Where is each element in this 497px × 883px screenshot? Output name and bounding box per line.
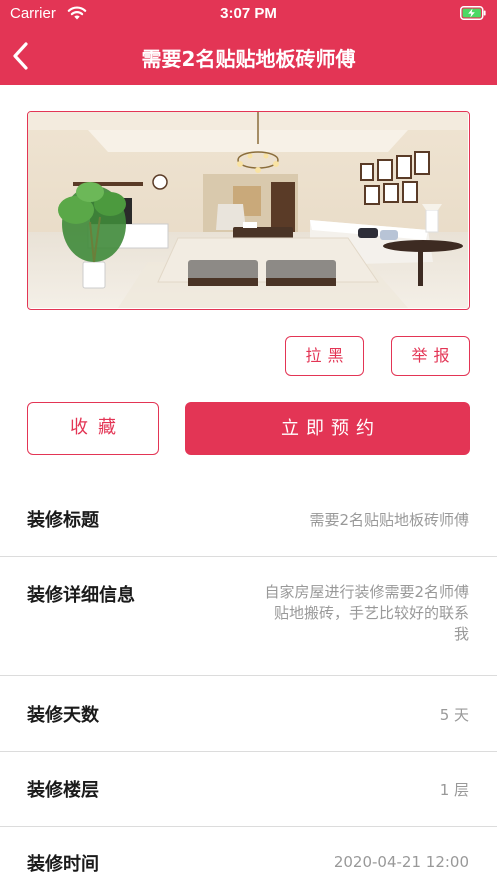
detail-row-time: 装修时间 2020-04-21 12:00 — [0, 827, 497, 883]
status-bar: Carrier 3:07 PM — [0, 0, 497, 28]
detail-value: 5 天 — [439, 706, 469, 724]
detail-label: 装修时间 — [27, 854, 99, 875]
battery-charging-icon — [460, 6, 486, 20]
detail-label: 装修详细信息 — [27, 585, 135, 606]
detail-label: 装修楼层 — [27, 780, 99, 801]
app-header: Carrier 3:07 PM 需要2名贴贴地板砖师傅 — [0, 0, 497, 85]
detail-value: 2020-04-21 12:00 — [333, 853, 469, 871]
living-room-photo — [27, 111, 470, 310]
detail-value: 1 层 — [439, 781, 469, 799]
detail-label: 装修天数 — [27, 705, 99, 726]
detail-row-days: 装修天数 5 天 — [0, 676, 497, 751]
detail-value-line: 贴地搬砖，手艺比较好的联系 — [273, 604, 469, 622]
living-room-illustration — [28, 112, 468, 308]
book-now-button[interactable]: 立即预约 — [185, 402, 470, 455]
report-button[interactable]: 举报 — [391, 336, 470, 376]
detail-row-title: 装修标题 需要2名贴贴地板砖师傅 — [0, 484, 497, 556]
status-time: 3:07 PM — [220, 5, 277, 22]
page-title: 需要2名贴贴地板砖师傅 — [141, 47, 356, 71]
nav-bar: 需要2名贴贴地板砖师傅 — [0, 28, 497, 85]
detail-label: 装修标题 — [27, 510, 99, 531]
detail-value: 需要2名贴贴地板砖师傅 — [309, 511, 469, 529]
block-button[interactable]: 拉黑 — [285, 336, 364, 376]
detail-value-line: 我 — [453, 625, 469, 643]
detail-row-floor: 装修楼层 1 层 — [0, 752, 497, 827]
favorite-button[interactable]: 收藏 — [27, 402, 159, 455]
detail-row-description: 装修详细信息 自家房屋进行装修需要2名师傅 贴地搬砖，手艺比较好的联系 我 — [0, 557, 497, 675]
detail-value-line: 自家房屋进行装修需要2名师傅 — [264, 583, 469, 601]
detail-value: 自家房屋进行装修需要2名师傅 贴地搬砖，手艺比较好的联系 我 — [264, 582, 469, 645]
